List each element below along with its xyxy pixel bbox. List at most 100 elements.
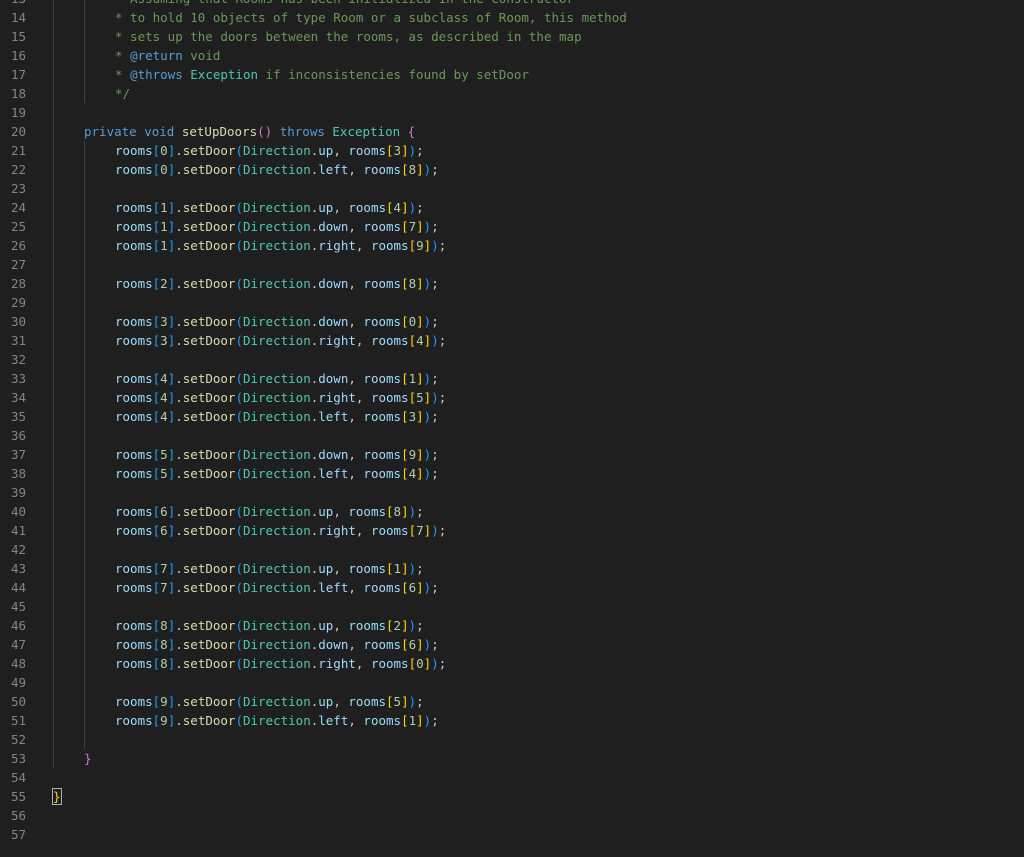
code-line[interactable]: 54 — [0, 768, 1024, 787]
code-line[interactable]: 39 — [0, 483, 1024, 502]
code-token: , — [348, 276, 364, 291]
code-line[interactable]: 52 — [0, 730, 1024, 749]
code-token: setDoor — [182, 694, 236, 709]
code-token: , — [333, 504, 349, 519]
code-line[interactable]: 44 rooms[7].setDoor(Direction.left, rooms… — [0, 578, 1024, 597]
code-line[interactable]: 33 rooms[4].setDoor(Direction.down, rooms… — [0, 369, 1024, 388]
code-line[interactable]: 50 rooms[9].setDoor(Direction.up, rooms[5… — [0, 692, 1024, 711]
code-line[interactable]: 13 * Assuming that Rooms has been initial… — [0, 0, 1024, 8]
line-number: 45 — [10, 599, 26, 614]
code-token: ) — [408, 618, 417, 633]
code-token: ( — [235, 713, 243, 728]
code-token: ( — [235, 371, 243, 386]
code-line[interactable]: 24 rooms[1].setDoor(Direction.up, rooms[4… — [0, 198, 1024, 217]
line-number: 19 — [10, 105, 26, 120]
code-token: down — [318, 314, 349, 329]
line-number: 42 — [10, 542, 26, 557]
code-line[interactable]: 35 rooms[4].setDoor(Direction.left, rooms… — [0, 407, 1024, 426]
code-token: , — [348, 447, 364, 462]
code-token: [ — [401, 637, 409, 652]
code-line[interactable]: 16 * @return void — [0, 46, 1024, 65]
code-line[interactable]: 49 — [0, 673, 1024, 692]
code-token: [ — [401, 447, 409, 462]
code-line[interactable]: 23 — [0, 179, 1024, 198]
indent-guide — [53, 749, 54, 768]
code-line[interactable]: 42 — [0, 540, 1024, 559]
indent-guide — [84, 635, 85, 654]
code-token: 7 — [160, 561, 168, 576]
code-token: Direction — [242, 390, 311, 405]
code-text: rooms[8].setDoor(Direction.up, rooms[2])… — [115, 616, 424, 635]
code-token: throws — [279, 124, 325, 139]
code-token: ( — [235, 561, 243, 576]
code-token: rooms — [348, 694, 387, 709]
line-number: 34 — [10, 390, 26, 405]
code-line[interactable]: 55} — [0, 787, 1024, 806]
indent-guide — [53, 198, 54, 217]
code-token: . — [175, 371, 183, 386]
code-line[interactable]: 47 rooms[8].setDoor(Direction.down, rooms… — [0, 635, 1024, 654]
code-token: Direction — [242, 162, 311, 177]
code-line[interactable]: 14 * to hold 10 objects of type Room or a… — [0, 8, 1024, 27]
code-token: up — [318, 143, 334, 158]
line-number: 29 — [10, 295, 26, 310]
code-token: 9 — [160, 713, 168, 728]
code-line[interactable]: 36 — [0, 426, 1024, 445]
line-number: 48 — [10, 656, 26, 671]
code-token: ; — [431, 466, 439, 481]
code-line[interactable]: 21 rooms[0].setDoor(Direction.up, rooms[3… — [0, 141, 1024, 160]
code-line[interactable]: 48 rooms[8].setDoor(Direction.right, room… — [0, 654, 1024, 673]
indent-guide — [53, 350, 54, 369]
code-line[interactable]: 25 rooms[1].setDoor(Direction.down, rooms… — [0, 217, 1024, 236]
code-line[interactable]: 28 rooms[2].setDoor(Direction.down, rooms… — [0, 274, 1024, 293]
code-token: . — [175, 618, 183, 633]
code-line[interactable]: 34 rooms[4].setDoor(Direction.right, room… — [0, 388, 1024, 407]
code-line[interactable]: 18 */ — [0, 84, 1024, 103]
code-line[interactable]: 37 rooms[5].setDoor(Direction.down, rooms… — [0, 445, 1024, 464]
code-line[interactable]: 29 — [0, 293, 1024, 312]
code-line[interactable]: 17 * @throws Exception if inconsistencies… — [0, 65, 1024, 84]
code-line[interactable]: 40 rooms[6].setDoor(Direction.up, rooms[8… — [0, 502, 1024, 521]
code-text: rooms[0].setDoor(Direction.up, rooms[3])… — [115, 141, 424, 160]
code-line[interactable]: 53} — [0, 749, 1024, 768]
indent-guide — [53, 141, 54, 160]
code-token: rooms — [115, 694, 153, 709]
indent-guide — [53, 597, 54, 616]
code-line[interactable]: 19 — [0, 103, 1024, 122]
code-line[interactable]: 31 rooms[3].setDoor(Direction.right, room… — [0, 331, 1024, 350]
code-line[interactable]: 57 — [0, 825, 1024, 844]
code-token: left — [318, 713, 349, 728]
code-token: 9 — [408, 447, 417, 462]
code-line[interactable]: 46 rooms[8].setDoor(Direction.up, rooms[2… — [0, 616, 1024, 635]
code-token: setDoor — [182, 238, 236, 253]
code-token: [ — [408, 656, 417, 671]
code-line[interactable]: 27 — [0, 255, 1024, 274]
indent-guide — [84, 407, 85, 426]
code-line[interactable]: 22 rooms[0].setDoor(Direction.left, rooms… — [0, 160, 1024, 179]
code-text: * @throws Exception if inconsistencies f… — [115, 65, 529, 84]
code-line[interactable]: 32 — [0, 350, 1024, 369]
code-token: @throws — [130, 67, 183, 82]
code-token: up — [318, 504, 334, 519]
code-line[interactable]: 51 rooms[9].setDoor(Direction.left, rooms… — [0, 711, 1024, 730]
code-token: . — [175, 219, 183, 234]
line-number: 28 — [10, 276, 26, 291]
code-line[interactable]: 45 — [0, 597, 1024, 616]
code-line[interactable]: 56 — [0, 806, 1024, 825]
line-number: 31 — [10, 333, 26, 348]
code-line[interactable]: 30 rooms[3].setDoor(Direction.down, rooms… — [0, 312, 1024, 331]
code-line[interactable]: 43 rooms[7].setDoor(Direction.up, rooms[1… — [0, 559, 1024, 578]
code-token: , — [333, 694, 349, 709]
code-line[interactable]: 26 rooms[1].setDoor(Direction.right, room… — [0, 236, 1024, 255]
indent-guide — [53, 27, 54, 46]
code-text: rooms[7].setDoor(Direction.up, rooms[1])… — [115, 559, 424, 578]
code-token: rooms — [115, 200, 153, 215]
code-line[interactable]: 38 rooms[5].setDoor(Direction.left, rooms… — [0, 464, 1024, 483]
code-token: [ — [401, 580, 409, 595]
code-line[interactable]: 41 rooms[6].setDoor(Direction.right, room… — [0, 521, 1024, 540]
code-editor[interactable]: 13* Assuming that Rooms has been initial… — [0, 0, 1024, 844]
code-token: 1 — [408, 713, 417, 728]
indent-guide — [53, 122, 54, 141]
code-line[interactable]: 15 * sets up the doors between the rooms,… — [0, 27, 1024, 46]
code-line[interactable]: 20 private void setUpDoors() throws Excep… — [0, 122, 1024, 141]
